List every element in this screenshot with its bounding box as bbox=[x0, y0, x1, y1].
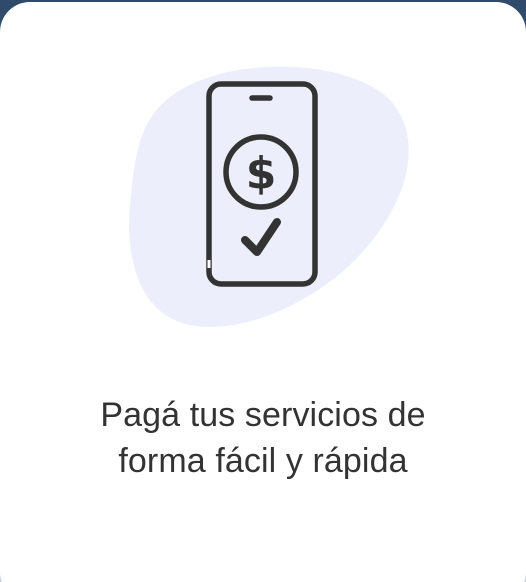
onboarding-card: $ Pagá tus servicios de forma fácil y rá… bbox=[0, 2, 526, 582]
message-line-2: forma fácil y rápida bbox=[118, 442, 408, 480]
message-line-1: Pagá tus servicios de bbox=[100, 396, 426, 434]
dollar-icon: $ bbox=[246, 148, 277, 199]
phone-payment-check-icon: $ bbox=[129, 66, 409, 327]
onboarding-message: Pagá tus servicios de forma fácil y rápi… bbox=[0, 392, 526, 484]
payment-illustration: $ bbox=[120, 60, 420, 340]
